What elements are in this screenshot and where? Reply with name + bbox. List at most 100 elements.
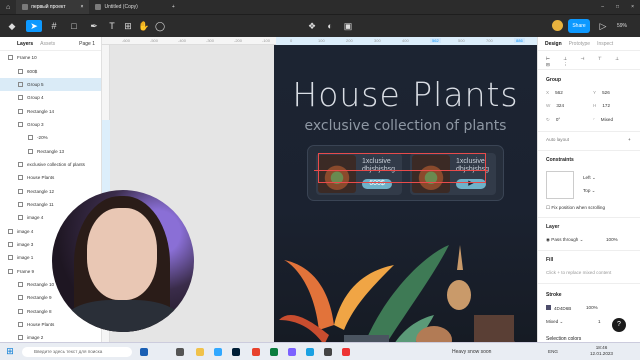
layer-type-icon: [18, 108, 23, 114]
layer-type-icon: [18, 282, 23, 288]
blend-mode-select[interactable]: ◉ Pass through ⌄: [546, 237, 584, 243]
zoom-level[interactable]: 59%: [617, 20, 627, 32]
share-button[interactable]: Share: [568, 19, 590, 33]
fix-scroll-checkbox[interactable]: ☐ Fix position when scrolling: [546, 205, 605, 211]
explorer-icon[interactable]: [196, 348, 204, 356]
home-icon: ⌂: [6, 3, 11, 11]
tab-untitled-copy[interactable]: Untitled (Copy): [89, 0, 143, 14]
close-icon[interactable]: ×: [81, 4, 84, 10]
frame-tool-icon[interactable]: #: [48, 20, 60, 32]
tab-layers[interactable]: Layers: [17, 41, 33, 47]
stroke-opacity[interactable]: 100%: [586, 305, 598, 310]
design-frame[interactable]: House Plants exclusive collection of pla…: [274, 45, 537, 342]
pen-tool-icon[interactable]: ✒: [88, 20, 100, 32]
record-icon[interactable]: [342, 348, 350, 356]
avatar[interactable]: [552, 20, 563, 31]
tab-first-project[interactable]: первый проект ×: [16, 0, 90, 14]
boolean-icon[interactable]: ▣: [342, 20, 354, 32]
section-constraints: Constraints: [546, 157, 574, 163]
language-indicator[interactable]: ENG: [548, 347, 558, 357]
top-ruler: -600 -500 -400 -300 -200 -100 0 100 200 300 400 562…: [102, 37, 606, 45]
mask-icon[interactable]: ◐: [324, 20, 336, 32]
present-icon[interactable]: ▷: [597, 20, 609, 32]
app-icon[interactable]: [140, 348, 148, 356]
window-maximize-button[interactable]: □: [610, 0, 625, 14]
layer-row[interactable]: Rectangle 13: [0, 144, 101, 157]
weather-widget[interactable]: Heavy snow soon: [452, 347, 491, 357]
layer-opacity[interactable]: 100%: [606, 237, 618, 242]
layer-row[interactable]: Group 3: [0, 118, 101, 131]
task-view-icon[interactable]: [176, 348, 184, 356]
photoshop-icon[interactable]: [232, 348, 240, 356]
constraints-widget[interactable]: [546, 171, 574, 199]
shape-tool-icon[interactable]: □: [68, 20, 80, 32]
height-field[interactable]: H 172: [593, 103, 610, 108]
tab-assets[interactable]: Assets: [40, 41, 55, 47]
ruler-tick: -600: [122, 38, 131, 43]
constraint-horizontal[interactable]: Left ⌄: [583, 175, 596, 181]
main-menu-icon[interactable]: ◆: [6, 20, 18, 32]
plant-illustration: [279, 245, 515, 342]
photoshop-icon[interactable]: [214, 348, 222, 356]
add-auto-layout-icon[interactable]: +: [628, 137, 631, 142]
app-icon[interactable]: [270, 348, 278, 356]
component-icon[interactable]: ❖: [306, 20, 318, 32]
x-field[interactable]: X 562: [546, 90, 563, 95]
frame-subtitle[interactable]: exclusive collection of plants: [274, 118, 537, 134]
file-icon: [95, 4, 102, 10]
tab-inspect[interactable]: Inspect: [597, 41, 613, 47]
tab-design[interactable]: Design: [545, 41, 562, 47]
rotation-field[interactable]: ↻ 0°: [546, 117, 560, 123]
layer-row[interactable]: Group 4: [0, 91, 101, 104]
tab-prototype[interactable]: Prototype: [569, 41, 590, 47]
window-close-button[interactable]: ×: [625, 0, 640, 14]
text-tool-icon[interactable]: T: [106, 20, 118, 32]
layer-label: Group 5: [27, 81, 44, 87]
stroke-mode[interactable]: Mixed ⌄: [546, 319, 563, 325]
figma-icon[interactable]: [288, 348, 296, 356]
corner-radius-field[interactable]: ◜ Mixed: [593, 117, 613, 123]
layer-type-icon: [28, 135, 33, 141]
new-tab-button[interactable]: +: [166, 0, 181, 14]
layer-row[interactable]: Rectangle 12: [0, 184, 101, 197]
telegram-icon[interactable]: [306, 348, 314, 356]
layer-label: Rectangle 14: [27, 108, 55, 114]
layer-row[interactable]: Rectangle 14: [0, 104, 101, 117]
stroke-color[interactable]: 4D4D6B: [546, 305, 571, 311]
layer-label: Frame 9: [17, 268, 35, 274]
layer-type-icon: [18, 175, 23, 181]
layer-label: -20%: [37, 135, 48, 141]
resources-icon[interactable]: ⊞: [122, 20, 134, 32]
frame-title[interactable]: House Plants: [274, 75, 537, 114]
layer-row[interactable]: exclusive collection of plants: [0, 158, 101, 171]
y-field[interactable]: Y 526: [593, 90, 610, 95]
layer-label: 600$: [27, 68, 38, 74]
home-button[interactable]: ⌂: [0, 0, 16, 14]
taskbar-search-input[interactable]: Введите здесь текст для поиска: [22, 347, 132, 357]
windows-start-icon[interactable]: ⊞: [4, 345, 16, 357]
layer-type-icon: [18, 308, 23, 314]
layer-row[interactable]: Group 5: [0, 77, 101, 92]
ruler-tick: 562: [430, 38, 441, 43]
constraint-vertical[interactable]: Top ⌄: [583, 188, 596, 194]
layer-row[interactable]: House Plants: [0, 171, 101, 184]
layer-row[interactable]: 600$: [0, 64, 101, 77]
clock[interactable]: 18:46 12.01.2023: [590, 345, 613, 357]
ruler-tick: 300: [374, 38, 381, 43]
ruler-tick: 100: [318, 38, 325, 43]
section-stroke: Stroke: [546, 292, 562, 298]
page-selector[interactable]: Page 1: [79, 41, 95, 47]
layer-row[interactable]: -20%: [0, 131, 101, 144]
hand-tool-icon[interactable]: ✋: [138, 20, 150, 32]
comment-tool-icon[interactable]: ◯: [154, 20, 166, 32]
chrome-icon[interactable]: [252, 348, 260, 356]
move-tool-icon[interactable]: ➤: [26, 20, 42, 32]
stroke-weight[interactable]: 1: [598, 319, 601, 324]
help-button[interactable]: ?: [612, 318, 626, 332]
width-field[interactable]: W 324: [546, 103, 564, 108]
app-icon[interactable]: [324, 348, 332, 356]
align-icons[interactable]: ⊢ ⊥ ⊣ ⊤ ⊥ ⊟ ⋮: [546, 56, 640, 68]
window-minimize-button[interactable]: –: [595, 0, 610, 14]
selection-guide-line: [314, 170, 488, 171]
layer-row[interactable]: Frame 10: [0, 51, 101, 64]
